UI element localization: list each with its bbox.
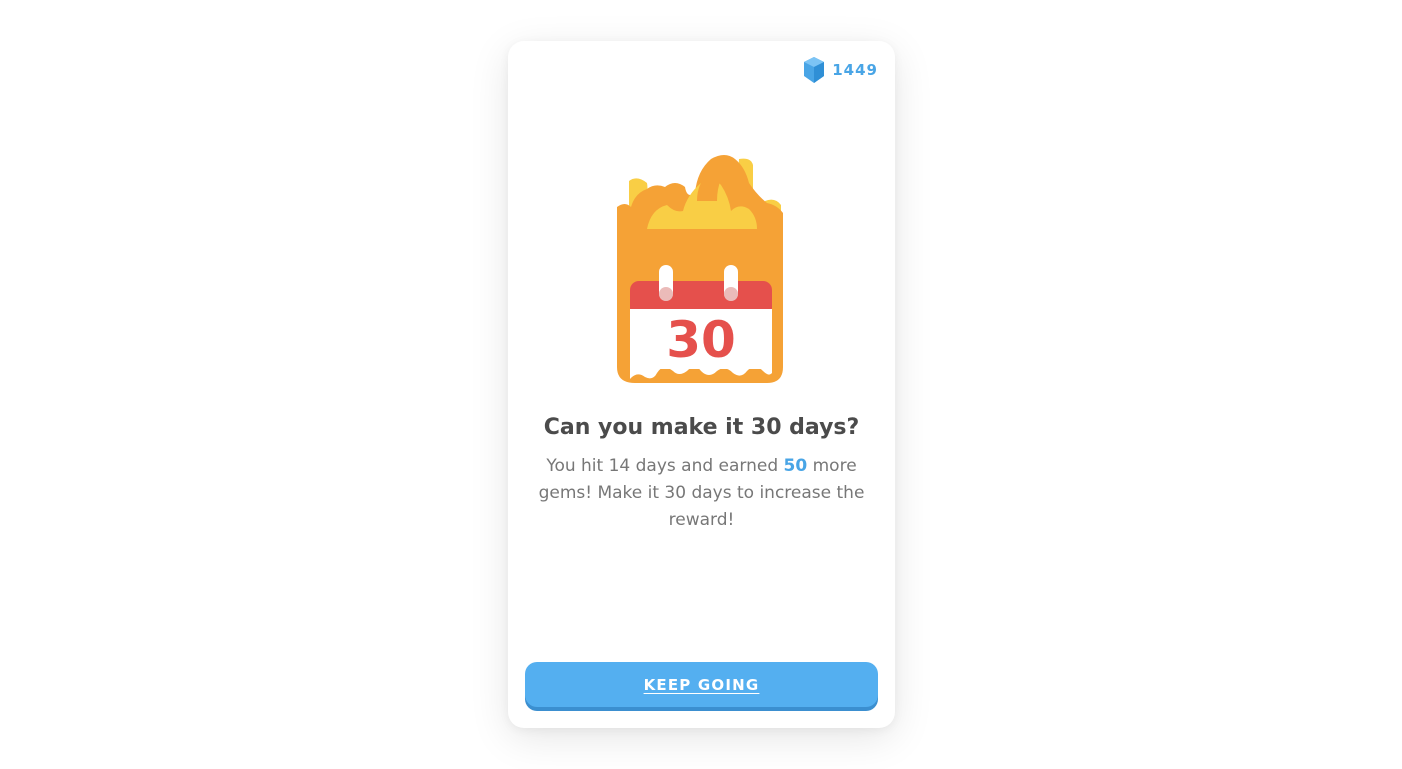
gem-count: 1449 [832, 61, 878, 79]
calendar-number: 30 [666, 311, 736, 369]
calendar-on-fire-illustration: 30 [617, 153, 785, 385]
calendar-on-fire-icon: 30 [617, 155, 783, 383]
modal-description: You hit 14 days and earned 50 more gems!… [538, 453, 865, 534]
keep-going-label: KEEP GOING [643, 675, 760, 694]
gem-counter: 1449 [803, 56, 878, 84]
gems-earned-amount: 50 [783, 456, 808, 476]
streak-modal-card: 1449 30 Can you make it 30 days? You hit… [508, 41, 895, 728]
modal-title: Can you make it 30 days? [543, 415, 860, 440]
description-text-start: You hit 14 days and earned [546, 456, 784, 476]
gem-icon [804, 57, 825, 83]
keep-going-button[interactable]: KEEP GOING [525, 662, 878, 707]
